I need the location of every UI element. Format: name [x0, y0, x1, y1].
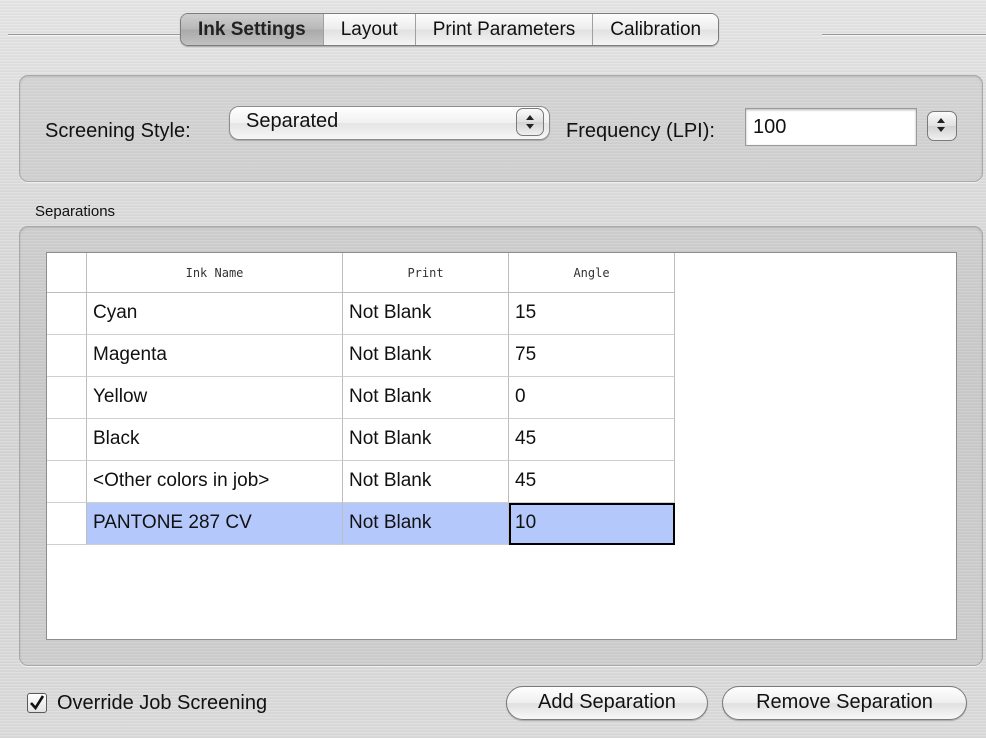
- cell-print[interactable]: Not Blank: [343, 461, 509, 503]
- cell-ink-name[interactable]: Yellow: [87, 377, 343, 419]
- row-header[interactable]: [47, 503, 87, 545]
- cell-print[interactable]: Not Blank: [343, 293, 509, 335]
- tab-calibration[interactable]: Calibration: [592, 14, 719, 45]
- column-header-angle[interactable]: Angle: [509, 253, 675, 293]
- cell-angle[interactable]: 10: [509, 503, 675, 545]
- override-label[interactable]: Override Job Screening: [57, 692, 267, 715]
- cell-angle[interactable]: 0: [509, 377, 675, 419]
- row-header[interactable]: [47, 335, 87, 377]
- cell-ink-name[interactable]: Magenta: [87, 335, 343, 377]
- cell-angle[interactable]: 15: [509, 293, 675, 335]
- tab-bar: Ink Settings Layout Print Parameters Cal…: [180, 13, 720, 46]
- row-header[interactable]: [47, 419, 87, 461]
- cell-print[interactable]: Not Blank: [343, 503, 509, 545]
- screening-style-popup[interactable]: Separated: [229, 106, 550, 140]
- separations-table: Ink Name Print Angle Cyan Not Blank 15 Mage…: [46, 252, 957, 640]
- add-separation-button[interactable]: Add Separation: [506, 686, 708, 720]
- tab-separator-right: [822, 34, 986, 35]
- frequency-label: Frequency (LPI):: [566, 120, 715, 142]
- tab-print-parameters[interactable]: Print Parameters: [414, 14, 593, 45]
- frequency-input[interactable]: 100: [745, 108, 917, 146]
- separations-title: Separations: [35, 203, 116, 220]
- cell-angle[interactable]: 75: [509, 335, 675, 377]
- tab-ink-settings[interactable]: Ink Settings: [181, 14, 323, 45]
- column-header-ink-name[interactable]: Ink Name: [87, 253, 343, 293]
- cell-angle[interactable]: 45: [509, 461, 675, 503]
- remove-separation-button[interactable]: Remove Separation: [722, 686, 967, 720]
- override-checkbox[interactable]: [27, 693, 47, 713]
- cell-print[interactable]: Not Blank: [343, 419, 509, 461]
- row-header-corner: [47, 253, 87, 293]
- row-header[interactable]: [47, 461, 87, 503]
- screening-style-value: Separated: [246, 110, 339, 132]
- row-header[interactable]: [47, 293, 87, 335]
- cell-ink-name[interactable]: <Other colors in job>: [87, 461, 343, 503]
- cell-ink-name[interactable]: PANTONE 287 CV: [87, 503, 343, 545]
- frequency-stepper[interactable]: [927, 111, 957, 141]
- cell-ink-name[interactable]: Cyan: [87, 293, 343, 335]
- cell-ink-name[interactable]: Black: [87, 419, 343, 461]
- screening-style-label: Screening Style:: [45, 120, 191, 142]
- cell-angle[interactable]: 45: [509, 419, 675, 461]
- popup-arrows-icon: [516, 108, 544, 136]
- row-header[interactable]: [47, 377, 87, 419]
- cell-print[interactable]: Not Blank: [343, 335, 509, 377]
- tab-separator-left: [8, 34, 182, 35]
- checkmark-icon: [30, 695, 45, 711]
- cell-print[interactable]: Not Blank: [343, 377, 509, 419]
- column-header-print[interactable]: Print: [343, 253, 509, 293]
- tab-layout[interactable]: Layout: [322, 14, 415, 45]
